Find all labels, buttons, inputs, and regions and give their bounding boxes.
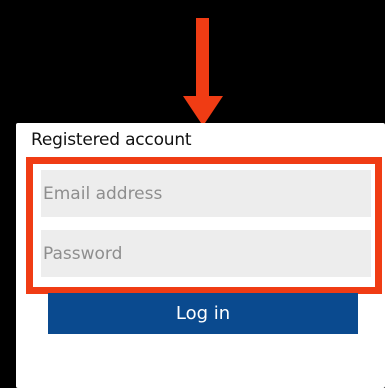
- email-field-container: [41, 170, 371, 217]
- email-field[interactable]: [41, 170, 371, 217]
- arrow-down-icon: [196, 18, 209, 98]
- panel-title: Registered account: [31, 130, 192, 150]
- login-panel: Registered account Log in: [16, 123, 385, 388]
- arrow-head-icon: [183, 96, 223, 126]
- password-field-container: [41, 230, 371, 277]
- password-field[interactable]: [41, 230, 371, 277]
- login-button[interactable]: Log in: [48, 293, 358, 334]
